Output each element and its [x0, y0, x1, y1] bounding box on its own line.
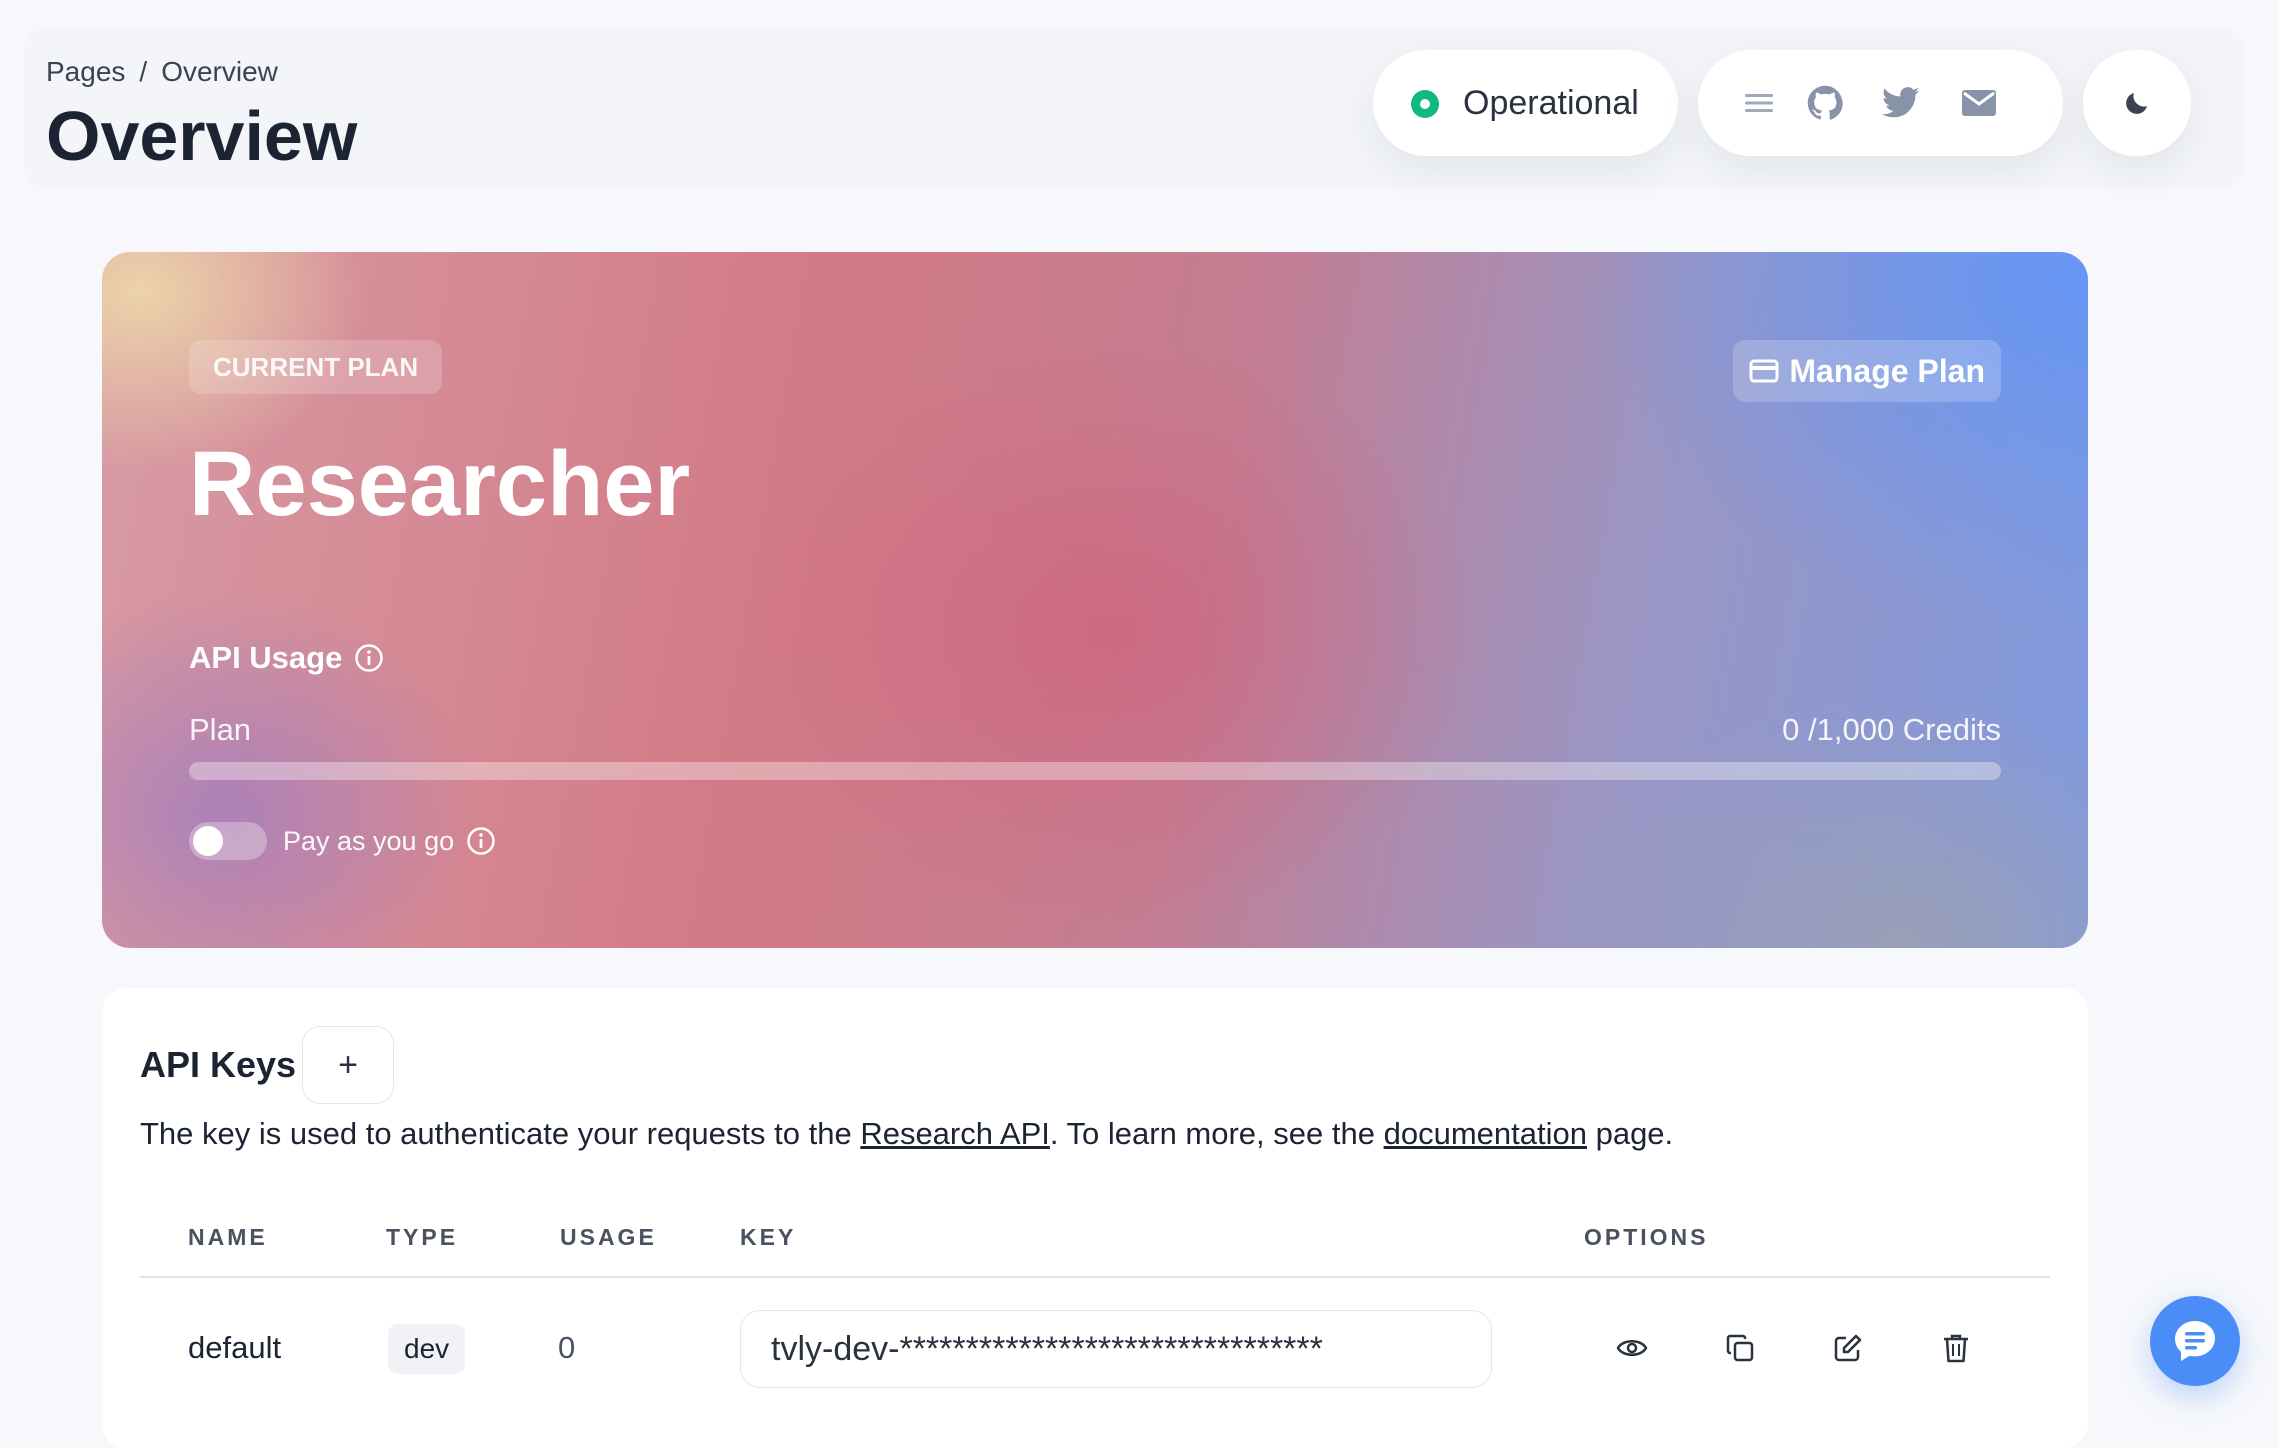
description-prefix: The key is used to authenticate your req… — [140, 1116, 861, 1151]
api-keys-title: API Keys — [140, 1044, 297, 1085]
pay-as-you-go-label: Pay as you go — [283, 825, 455, 856]
copy-key-icon[interactable] — [1718, 1326, 1762, 1370]
header-links — [1698, 50, 2063, 156]
breadcrumb-root[interactable]: Pages — [46, 56, 125, 87]
column-header-options: OPTIONS — [1584, 1224, 1709, 1250]
theme-toggle[interactable] — [2083, 50, 2191, 156]
current-plan-badge: CURRENT PLAN — [189, 340, 443, 394]
usage-progress-bar — [189, 762, 2001, 780]
api-keys-description: The key is used to authenticate your req… — [140, 1116, 1673, 1152]
breadcrumb-current: Overview — [161, 56, 278, 87]
show-key-eye-icon[interactable] — [1610, 1326, 1654, 1370]
plan-credits-text: 0 /1,000 Credits — [1782, 712, 2001, 747]
key-type-badge: dev — [388, 1324, 466, 1374]
table-header-divider — [140, 1276, 2050, 1278]
credit-card-icon — [1749, 359, 1779, 383]
column-header-type: TYPE — [386, 1224, 459, 1250]
pay-as-you-go-toggle[interactable] — [189, 822, 267, 860]
description-suffix: page. — [1586, 1116, 1674, 1151]
moon-icon — [2114, 80, 2160, 126]
status-pill[interactable]: Operational — [1373, 50, 1678, 156]
column-header-key: KEY — [740, 1224, 797, 1250]
breadcrumb-separator: / — [139, 56, 148, 87]
toggle-knob — [193, 826, 223, 856]
documentation-link[interactable]: documentation — [1384, 1116, 1587, 1151]
chat-bubble-icon — [2175, 1321, 2215, 1361]
mail-icon[interactable] — [1956, 80, 2002, 126]
twitter-icon[interactable] — [1878, 80, 1924, 126]
add-api-key-button[interactable]: + — [302, 1026, 394, 1104]
manage-plan-label: Manage Plan — [1789, 352, 1985, 389]
support-chat-button[interactable] — [2150, 1296, 2240, 1386]
key-usage: 0 — [558, 1330, 576, 1365]
column-header-name: NAME — [188, 1224, 268, 1250]
status-dot-icon — [1411, 90, 1439, 118]
pay-as-you-go-row: Pay as you go — [189, 822, 496, 860]
api-usage-label: API Usage — [189, 640, 343, 675]
api-keys-card: API Keys + The key is used to authentica… — [102, 988, 2088, 1448]
breadcrumb: Pages / Overview — [46, 56, 278, 88]
status-label: Operational — [1463, 84, 1639, 122]
api-usage-heading: API Usage — [189, 640, 384, 676]
description-middle: . To learn more, see the — [1049, 1116, 1384, 1151]
github-icon[interactable] — [1802, 80, 1848, 126]
info-icon[interactable] — [466, 826, 496, 856]
column-header-usage: USAGE — [560, 1224, 657, 1250]
current-plan-card: CURRENT PLAN Researcher Manage Plan API … — [102, 252, 2088, 948]
research-api-link[interactable]: Research API — [860, 1116, 1050, 1151]
api-key-field[interactable]: tvly-dev-*******************************… — [740, 1310, 1492, 1388]
edit-key-icon[interactable] — [1826, 1326, 1870, 1370]
plan-usage-label: Plan — [189, 712, 252, 747]
plan-name: Researcher — [189, 433, 691, 535]
manage-plan-button[interactable]: Manage Plan — [1733, 340, 2001, 402]
key-name: default — [188, 1330, 282, 1365]
page-title: Overview — [46, 97, 358, 175]
menu-icon[interactable] — [1736, 80, 1782, 126]
delete-key-trash-icon[interactable] — [1934, 1326, 1978, 1370]
info-icon[interactable] — [354, 643, 384, 673]
